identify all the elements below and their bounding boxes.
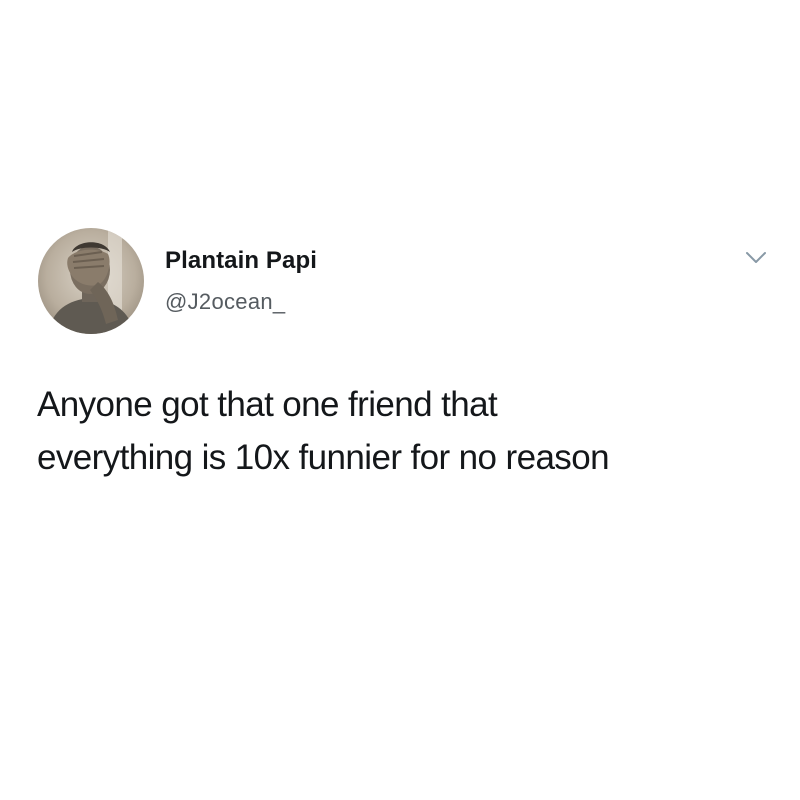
tweet-card: Plantain Papi @J2ocean_ Anyone got that … (0, 0, 800, 800)
tweet-text-line: everything is 10x funnier for no reason (37, 438, 610, 477)
tweet-text: Anyone got that one friend that everythi… (37, 378, 767, 484)
avatar-photo-icon (38, 228, 144, 334)
chevron-down-icon[interactable] (744, 250, 768, 266)
avatar[interactable] (38, 228, 144, 334)
display-name[interactable]: Plantain Papi (165, 247, 317, 275)
user-handle[interactable]: @J2ocean_ (165, 289, 285, 315)
tweet-text-line: Anyone got that one friend that (37, 385, 498, 424)
